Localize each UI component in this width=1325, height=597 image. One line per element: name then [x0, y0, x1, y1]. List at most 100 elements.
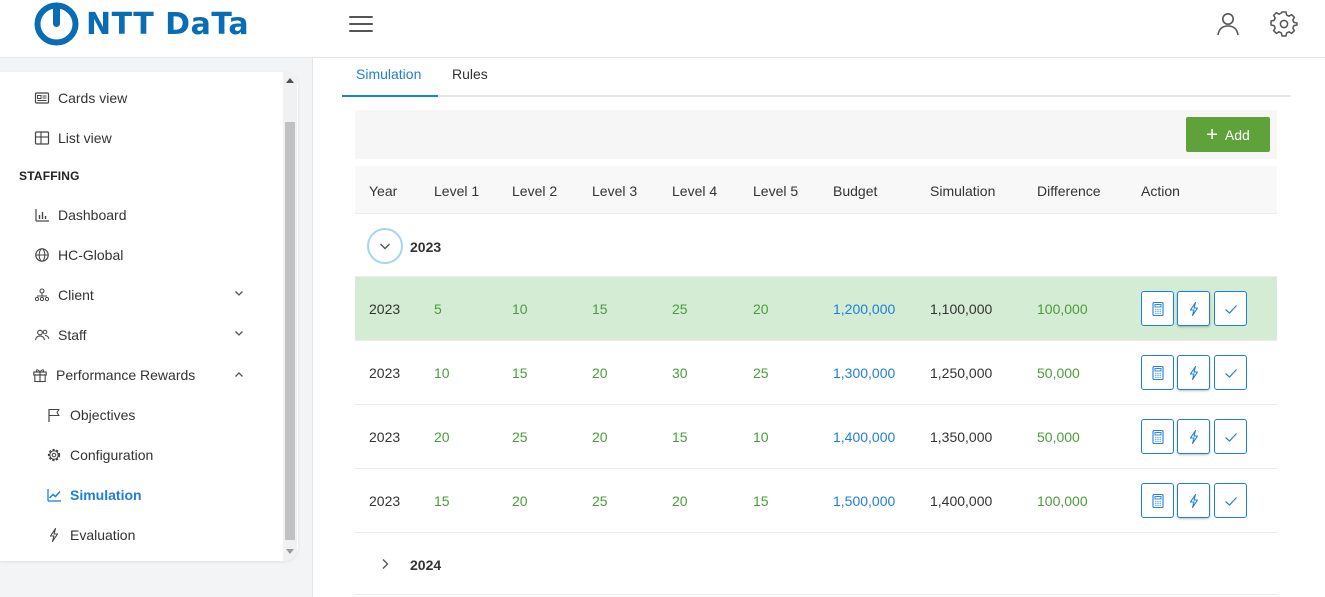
column-header-budget: Budget [833, 183, 878, 199]
cell-simulation: 1,100,000 [930, 301, 993, 317]
sidebar-item-client[interactable]: Client [34, 283, 94, 307]
cell-budget: 1,300,000 [833, 365, 896, 381]
user-icon[interactable] [1214, 10, 1242, 38]
gift-icon [33, 369, 47, 383]
column-header-level-1: Level 1 [434, 183, 480, 199]
sidebar-item-objectives[interactable]: Objectives [46, 403, 135, 427]
simulate-button[interactable] [1177, 291, 1210, 326]
lightning-icon [49, 527, 59, 543]
settings-icon[interactable] [1270, 10, 1298, 38]
sidebar-scrollbar-thumb[interactable] [285, 122, 295, 540]
cell-level-1: 15 [434, 493, 450, 509]
cell-level-3: 20 [592, 429, 608, 445]
column-header-level-5: Level 5 [753, 183, 799, 199]
ntt-data-logo[interactable]: NTT DaTa [34, 2, 249, 46]
line-chart-icon [47, 489, 61, 502]
approve-button[interactable] [1214, 483, 1247, 518]
calculator-icon [1151, 493, 1164, 508]
table-row[interactable]: 2023 10 15 20 30 25 1,300,000 1,250,000 … [355, 341, 1277, 405]
cell-year: 2023 [369, 493, 401, 509]
menu-icon[interactable] [348, 14, 374, 34]
lightning-icon [1189, 493, 1198, 508]
logo-text: NTT DaTa [86, 6, 250, 42]
group-label: 2024 [410, 557, 442, 573]
approve-button[interactable] [1214, 291, 1247, 326]
check-icon [1224, 368, 1237, 378]
sidebar-item-configuration[interactable]: Configuration [46, 443, 153, 467]
sidebar: Cards view List view STAFFING Dashboard … [0, 72, 298, 561]
sidebar-item-label: List view [58, 130, 112, 146]
id-card-icon [34, 92, 50, 104]
cell-level-4: 30 [672, 365, 688, 381]
lightning-icon [1189, 365, 1198, 380]
check-icon [1224, 432, 1237, 442]
calculator-icon [1151, 429, 1164, 444]
cell-level-4: 20 [672, 493, 688, 509]
simulate-button[interactable] [1177, 355, 1210, 390]
sidebar-section-staffing: STAFFING [19, 169, 80, 183]
calculator-button[interactable] [1141, 483, 1174, 518]
cell-simulation: 1,350,000 [930, 429, 993, 445]
cell-difference: 100,000 [1037, 301, 1088, 317]
cell-level-5: 20 [753, 301, 769, 317]
table-row[interactable]: 2023 20 25 20 15 10 1,400,000 1,350,000 … [355, 405, 1277, 469]
chevron-down-icon[interactable] [233, 287, 245, 299]
sidebar-item-label: HC-Global [58, 247, 124, 263]
cell-level-2: 20 [512, 493, 528, 509]
cell-year: 2023 [369, 365, 401, 381]
sidebar-item-label: Simulation [70, 487, 142, 503]
chevron-up-icon[interactable] [233, 369, 245, 381]
chevron-down-icon[interactable] [233, 327, 245, 339]
cell-level-3: 20 [592, 365, 608, 381]
table-row[interactable]: 2023 15 20 25 20 15 1,500,000 1,400,000 … [355, 469, 1277, 533]
tab-simulation[interactable]: Simulation [356, 66, 421, 82]
cell-level-1: 20 [434, 429, 450, 445]
cell-level-2: 15 [512, 365, 528, 381]
table-toolbar: + Add [355, 110, 1277, 159]
cell-year: 2023 [369, 429, 401, 445]
calculator-button[interactable] [1141, 419, 1174, 454]
lightning-icon [1189, 301, 1198, 316]
calculator-button[interactable] [1141, 355, 1174, 390]
calculator-icon [1151, 365, 1164, 380]
group-row-2024: 2024 [355, 533, 1277, 595]
cell-year: 2023 [369, 301, 401, 317]
approve-button[interactable] [1214, 355, 1247, 390]
add-button[interactable]: + Add [1186, 117, 1270, 152]
table-icon [34, 131, 50, 145]
sidebar-item-hc-global[interactable]: HC-Global [34, 243, 123, 267]
sidebar-item-dashboard[interactable]: Dashboard [34, 203, 127, 227]
simulate-button[interactable] [1177, 483, 1210, 518]
scroll-down-arrow-icon[interactable] [286, 549, 294, 554]
sidebar-item-label: Configuration [70, 447, 154, 463]
cell-budget: 1,400,000 [833, 429, 896, 445]
simulate-button[interactable] [1177, 419, 1210, 454]
add-button-label: Add [1224, 126, 1250, 143]
people-icon [34, 329, 50, 341]
sidebar-item-performance-rewards[interactable]: Performance Rewards [32, 363, 195, 387]
table-row[interactable]: 2023 5 10 15 25 20 1,200,000 1,100,000 1… [355, 277, 1277, 341]
main-panel: Simulation Rules + Add Year Level 1 Leve… [312, 58, 1325, 597]
cell-difference: 100,000 [1037, 493, 1088, 509]
cell-level-4: 15 [672, 429, 688, 445]
cell-level-5: 15 [753, 493, 769, 509]
tab-rules[interactable]: Rules [452, 66, 488, 82]
globe-icon [35, 248, 49, 262]
group-toggle-button[interactable] [367, 228, 403, 264]
group-toggle-button[interactable] [367, 546, 403, 582]
column-header-action: Action [1141, 183, 1180, 199]
sidebar-item-staff[interactable]: Staff [34, 323, 87, 347]
flag-icon [48, 408, 60, 422]
sidebar-item-cards-view[interactable]: Cards view [34, 86, 127, 110]
approve-button[interactable] [1214, 419, 1247, 454]
sidebar-item-list-view[interactable]: List view [34, 126, 112, 150]
sidebar-item-simulation[interactable]: Simulation [46, 483, 142, 507]
gear-icon [47, 448, 61, 462]
cell-level-2: 25 [512, 429, 528, 445]
column-header-level-4: Level 4 [672, 183, 718, 199]
column-header-level-2: Level 2 [512, 183, 558, 199]
scroll-up-arrow-icon[interactable] [286, 78, 294, 83]
sidebar-item-label: Staff [58, 327, 87, 343]
sidebar-item-evaluation[interactable]: Evaluation [46, 523, 135, 547]
calculator-button[interactable] [1141, 291, 1174, 326]
